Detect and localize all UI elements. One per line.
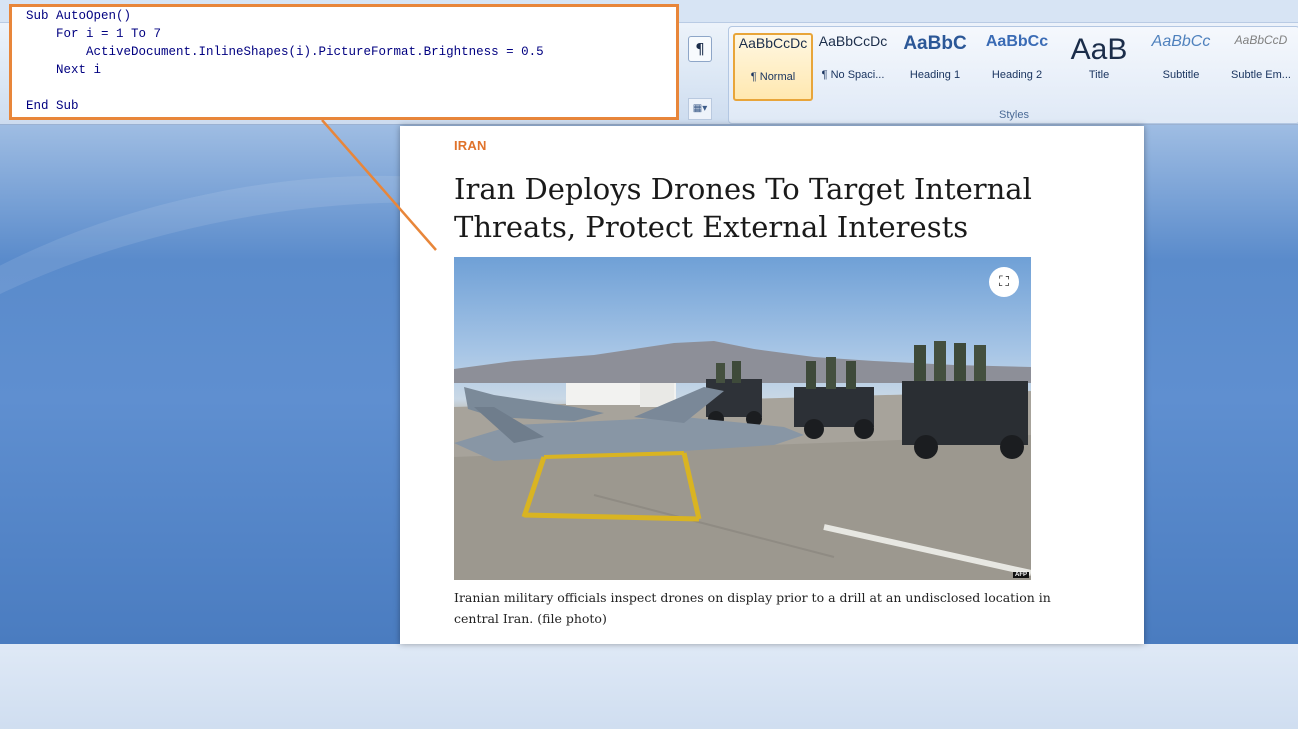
- style-title[interactable]: AaB Title: [1061, 33, 1137, 97]
- article-photo: ⛶ AFP: [454, 257, 1031, 580]
- style-label: Heading 1: [909, 69, 961, 81]
- code-line: Next i: [26, 63, 102, 77]
- style-label: Subtle Em...: [1231, 69, 1291, 81]
- code-line: For i = 1 To 7: [26, 27, 162, 41]
- style-label: ¶ Normal: [750, 71, 796, 83]
- borders-button[interactable]: ▦▾: [688, 98, 712, 120]
- style-sample: AaB: [1070, 33, 1128, 66]
- code-line: ActiveDocument.InlineShapes(i).PictureFo…: [26, 45, 544, 59]
- style-heading-2[interactable]: AaBbCc Heading 2: [979, 33, 1055, 97]
- style-normal[interactable]: AaBbCcDc ¶ Normal: [733, 33, 813, 101]
- code-line: End Sub: [26, 99, 79, 113]
- photo-caption: Iranian military officials inspect drone…: [454, 590, 1051, 626]
- code-line: Sub AutoOpen(): [26, 9, 132, 23]
- style-label: Title: [1088, 69, 1110, 81]
- style-sample: AaBbC: [903, 33, 967, 54]
- vba-code-callout: Sub AutoOpen() For i = 1 To 7 ActiveDocu…: [9, 4, 679, 120]
- styles-group-label: Styles: [999, 109, 1029, 121]
- article-category[interactable]: IRAN: [454, 138, 487, 153]
- document-page: IRAN Iran Deploys Drones To Target Inter…: [400, 126, 1144, 644]
- style-subtle-emphasis[interactable]: AaBbCcD Subtle Em...: [1223, 33, 1298, 97]
- styles-gallery: AaBbCcDc ¶ Normal AaBbCcDc ¶ No Spaci...…: [728, 26, 1298, 124]
- style-sample: AaBbCcDc: [818, 33, 888, 49]
- drone-photo-illustration: [454, 341, 1031, 580]
- style-sample: AaBbCc: [985, 33, 1049, 50]
- style-no-spacing[interactable]: AaBbCcDc ¶ No Spaci...: [815, 33, 891, 97]
- show-formatting-button[interactable]: ¶: [688, 36, 712, 62]
- style-sample: AaBbCcD: [1234, 33, 1288, 47]
- style-heading-1[interactable]: AaBbC Heading 1: [897, 33, 973, 97]
- article-headline: Iran Deploys Drones To Target Internal T…: [454, 172, 1032, 245]
- style-sample: AaBbCc: [1151, 33, 1211, 50]
- expand-icon[interactable]: ⛶: [989, 267, 1019, 297]
- style-sample: AaBbCcDc: [738, 35, 808, 51]
- paragraph-group: ¶ ▦▾ ⬊: [686, 30, 726, 147]
- photo-credit: AFP: [1013, 572, 1029, 578]
- style-label: Heading 2: [991, 69, 1043, 81]
- style-subtitle[interactable]: AaBbCc Subtitle: [1143, 33, 1219, 97]
- style-label: ¶ No Spaci...: [821, 69, 885, 81]
- style-label: Subtitle: [1162, 69, 1200, 81]
